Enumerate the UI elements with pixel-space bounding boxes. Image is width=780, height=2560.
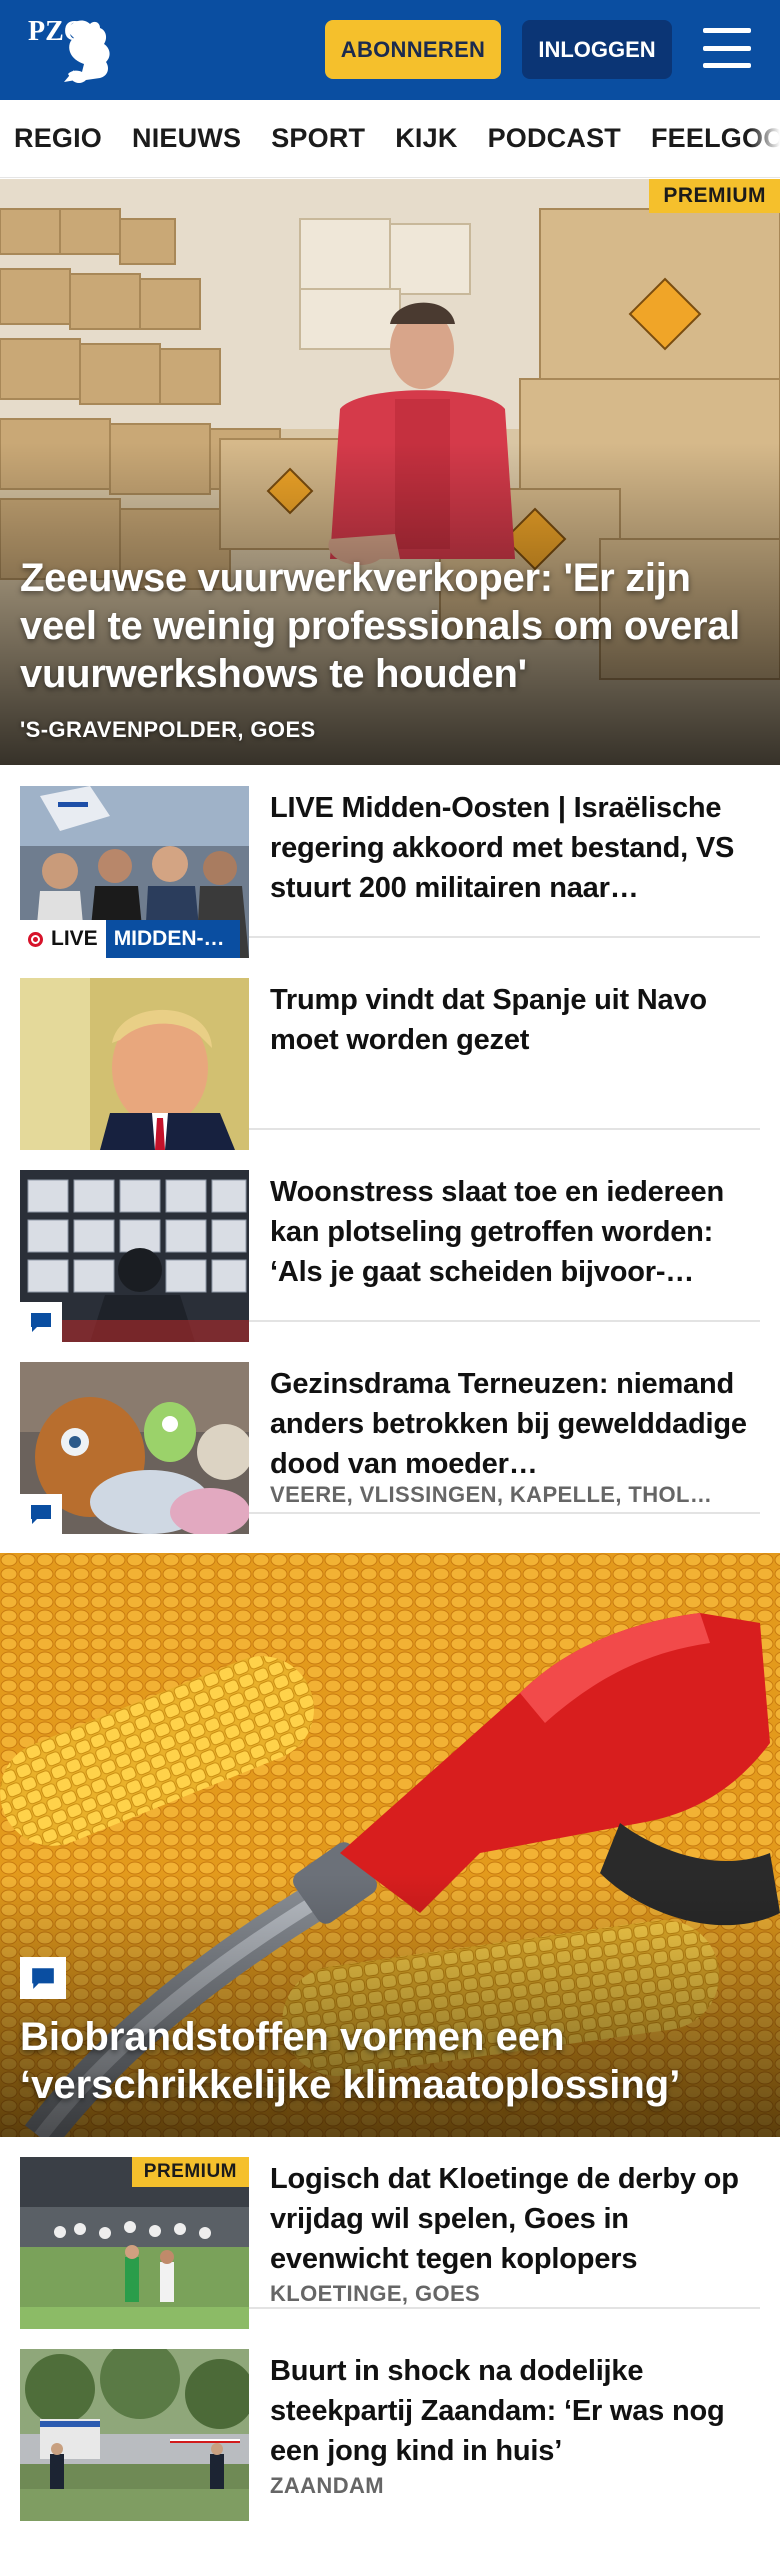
nav-fade xyxy=(750,100,780,177)
article-thumbnail xyxy=(20,2349,249,2521)
hamburger-menu-icon[interactable] xyxy=(700,22,754,74)
site-header: PZC ABONNEREN INLOGGEN xyxy=(0,0,780,100)
article-item-woonstress[interactable]: Woonstress slaat toe en iedereen kan plo… xyxy=(20,1150,760,1342)
hero-article[interactable]: PREMIUM Zeeuwse vuurwerkverkoper: 'Er zi… xyxy=(0,179,780,765)
article-title[interactable]: Logisch dat Kloetinge de derby op vrijda… xyxy=(270,2159,760,2279)
article-title[interactable]: Woonstress slaat toe en iedereen kan plo… xyxy=(270,1172,760,1292)
article-title[interactable]: Buurt in shock na dodelijke steekpartij … xyxy=(270,2351,760,2471)
article-location: VEERE, VLISSINGEN, KAPELLE, THOL… xyxy=(270,1482,713,1507)
nav-item-sport[interactable]: SPORT xyxy=(271,123,365,154)
article-item-kloetinge[interactable]: PREMIUM Logisch dat Kloetinge de derby o… xyxy=(20,2137,760,2329)
comment-icon xyxy=(20,1302,62,1342)
premium-badge: PREMIUM xyxy=(649,179,780,213)
live-label: LIVE xyxy=(51,927,98,950)
article-thumbnail: PREMIUM xyxy=(20,2157,249,2329)
article-thumbnail xyxy=(20,978,249,1150)
feature-article-biofuel[interactable]: Biobrandstoffen vormen een ‘verschrikkel… xyxy=(0,1553,780,2137)
section-nav: REGIO NIEUWS SPORT KIJK PODCAST FEELGOOD… xyxy=(0,100,780,178)
nav-item-podcast[interactable]: PODCAST xyxy=(488,123,621,154)
article-title[interactable]: Gezinsdrama Terneuzen: niemand anders be… xyxy=(270,1364,760,1484)
live-dot-icon xyxy=(28,931,43,947)
comment-icon xyxy=(20,1957,66,1999)
article-thumbnail xyxy=(20,1170,249,1342)
premium-badge: PREMIUM xyxy=(131,2157,249,2187)
article-item-zaandam[interactable]: Buurt in shock na dodelijke steekpartij … xyxy=(20,2329,760,2521)
article-item-middle-east[interactable]: LIVE MIDDEN-… LIVE Midden-Oosten | Israë… xyxy=(20,766,760,958)
article-item-trump[interactable]: Trump vindt dat Spanje uit Navo moet wor… xyxy=(20,958,760,1150)
article-thumbnail: LIVE MIDDEN-… xyxy=(20,786,249,958)
subscribe-button[interactable]: ABONNEREN xyxy=(325,20,501,79)
nav-item-kijk[interactable]: KIJK xyxy=(395,123,457,154)
hero-location: 'S-GRAVENPOLDER, GOES xyxy=(20,717,316,742)
nav-item-nieuws[interactable]: NIEUWS xyxy=(132,123,241,154)
hero-title[interactable]: Zeeuwse vuurwerkverkoper: 'Er zijn veel … xyxy=(20,554,765,698)
login-button[interactable]: INLOGGEN xyxy=(522,20,672,79)
comment-icon xyxy=(20,1494,62,1534)
logo-letters: PZC xyxy=(28,16,84,47)
live-tag: LIVE MIDDEN-… xyxy=(20,920,240,958)
article-location: KLOETINGE, GOES xyxy=(270,2281,481,2306)
article-title[interactable]: LIVE Midden-Oosten | Israëlische regerin… xyxy=(270,788,760,908)
pzc-logo[interactable]: PZC xyxy=(24,10,120,90)
article-thumbnail xyxy=(20,1362,249,1534)
topic-label: MIDDEN-… xyxy=(105,920,240,958)
live-indicator: LIVE xyxy=(20,920,106,958)
article-item-gezinsdrama[interactable]: Gezinsdrama Terneuzen: niemand anders be… xyxy=(20,1342,760,1534)
feature-title[interactable]: Biobrandstoffen vormen een ‘verschrikkel… xyxy=(20,2013,765,2109)
article-location: ZAANDAM xyxy=(270,2473,385,2498)
article-title[interactable]: Trump vindt dat Spanje uit Navo moet wor… xyxy=(270,980,760,1060)
nav-item-regio[interactable]: REGIO xyxy=(14,123,102,154)
